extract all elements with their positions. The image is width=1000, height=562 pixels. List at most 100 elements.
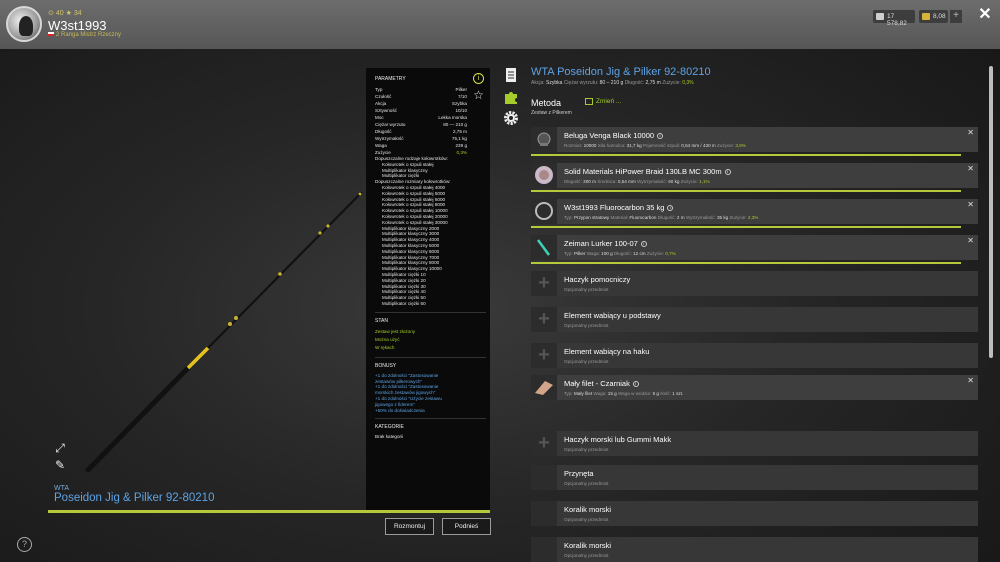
empty-slot[interactable]: + Element wabiący u podstawy Opcjonalny pr… (531, 307, 978, 332)
info-icon[interactable]: i (667, 205, 674, 212)
detail-value: 12 cm (633, 251, 646, 256)
empty-slot[interactable]: Koralik morski Opcjonalny przedmiot (531, 537, 978, 562)
param-value: 80 — 210 g (443, 122, 467, 127)
detail-label: Waga: (586, 251, 600, 256)
star-icon[interactable]: ☆ (472, 89, 485, 102)
remove-icon[interactable]: ✕ (967, 128, 974, 137)
category-value: Brak kategorii (375, 434, 404, 440)
info-icon[interactable]: i (724, 169, 731, 176)
wear-bar (531, 262, 961, 264)
pick-up-button[interactable]: Podnieś (442, 518, 491, 535)
slot-thumbnail: + (531, 343, 557, 368)
bonus-title: BONUSY (375, 362, 397, 369)
empty-slot[interactable]: Koralik morski Opcjonalny przedmiot (531, 501, 978, 526)
detail-value: Przypon stratowy (573, 215, 610, 220)
level-value: 40 (55, 10, 64, 17)
wear-label: Zużycie: (662, 80, 681, 86)
detail-label: Wytrzymałość: (637, 179, 667, 184)
slot-placeholder: Opcjonalny przedmiot (564, 517, 609, 522)
fluorocarbon-spool-thumbnail (531, 199, 557, 224)
remove-icon[interactable]: ✕ (967, 236, 974, 245)
info-icon[interactable]: i (640, 241, 647, 248)
cast-value: 80 – 210 g (599, 80, 624, 86)
avatar[interactable] (6, 6, 42, 42)
info-icon[interactable]: i (473, 73, 484, 84)
reel-size-item: Multiplikator ciężki 60 (382, 300, 426, 306)
detail-value: 1 szt. (672, 391, 684, 396)
slot-name: Mały filet - Czarniak i (564, 379, 639, 388)
silver-value: 17 578,82 (887, 13, 907, 27)
document-icon[interactable] (503, 67, 519, 83)
slot-details: Opcjonalny przedmiot (564, 553, 608, 558)
equipment-slot[interactable]: Mały filet - Czarniak i ✕ Typ: Mały filet W… (531, 375, 978, 400)
info-icon[interactable]: i (657, 133, 664, 140)
add-currency-button[interactable]: + (950, 10, 962, 23)
param-label: Sztywność (375, 108, 397, 113)
rod-preview[interactable] (48, 68, 366, 510)
param-row: Długość 2,75 m (375, 128, 467, 135)
slot-name: Element wabiący na haku (564, 347, 649, 356)
slot-thumbnail (531, 537, 557, 562)
param-value: Szybka (451, 101, 467, 106)
param-value: 7/10 (458, 94, 467, 99)
detail-label: Długość: (657, 215, 676, 220)
equipment-slot[interactable]: W3st1993 Fluorocarbon 35 kg i ✕ Typ: Przypo… (531, 199, 978, 224)
puzzle-icon[interactable] (503, 89, 519, 105)
remove-icon[interactable]: ✕ (967, 376, 974, 385)
slot-name: W3st1993 Fluorocarbon 35 kg i (564, 203, 674, 212)
param-value: Pilker (455, 87, 468, 92)
slot-name-text: Element wabiący u podstawy (564, 311, 661, 320)
slot-name: Zeiman Lurker 100-07 i (564, 239, 647, 248)
slot-details: Opcjonalny przedmiot (564, 517, 608, 522)
info-icon[interactable]: i (632, 381, 639, 388)
wear-bar (531, 154, 961, 156)
equipment-slot[interactable]: Zeiman Lurker 100-07 i ✕ Typ: Pilker Waga: … (531, 235, 978, 260)
expand-icon[interactable]: ⤢ (53, 441, 67, 455)
slot-name-text: Koralik morski (564, 505, 612, 514)
detail-label: Zużycie: (729, 215, 747, 220)
edit-icon (585, 98, 593, 105)
gold-value: 8,08 (933, 13, 946, 20)
state-item: W rękach (375, 344, 395, 350)
gear-icon[interactable] (503, 110, 519, 126)
detail-label: Typ: (564, 215, 573, 220)
detail-value: Fluorocarbon (629, 215, 657, 220)
param-value: 239 g (455, 143, 468, 148)
slot-details: Opcjonalny przedmiot (564, 359, 608, 364)
slot-placeholder: Opcjonalny przedmiot (564, 287, 609, 292)
level-row: ⊙ 40 ★ 34 (48, 9, 82, 17)
slot-placeholder: Opcjonalny przedmiot (564, 447, 609, 452)
flag-icon (48, 32, 54, 37)
detail-value: 2 m (676, 215, 685, 220)
rod-name: Poseidon Jig & Pilker 92-80210 (54, 492, 215, 504)
close-button[interactable]: ✕ (977, 6, 993, 24)
slot-name: Element wabiący u podstawy (564, 311, 661, 320)
star-small-icon: ★ (65, 10, 72, 17)
empty-slot[interactable]: + Element wabiący na haku Opcjonalny przed… (531, 343, 978, 368)
add-icon: + (538, 344, 550, 366)
empty-slot[interactable]: Przynęta Opcjonalny przedmiot (531, 465, 978, 490)
empty-slot[interactable]: + Haczyk pomocniczy Opcjonalny przedmiot (531, 271, 978, 296)
change-method-link[interactable]: Zmień ... (585, 98, 621, 105)
disassemble-button[interactable]: Rozmontuj (385, 518, 434, 535)
empty-slot[interactable]: + Haczyk morski lub Gummi Makk Opcjonalny … (531, 431, 978, 456)
detail-label: Waga w wodzie: (618, 391, 652, 396)
remove-icon[interactable]: ✕ (967, 200, 974, 209)
gold-coin-icon (922, 13, 930, 20)
detail-label: Typ: (564, 251, 573, 256)
equipment-slot[interactable]: Beluga Venga Black 10000 i ✕ Rozmiar: 10000… (531, 127, 978, 152)
detail-label: Zużycie: (646, 251, 664, 256)
detail-label: Waga: (593, 391, 607, 396)
slot-details: Opcjonalny przedmiot (564, 481, 608, 486)
scrollbar[interactable] (989, 66, 993, 358)
equipment-slot[interactable]: Solid Materials HiPower Braid 130LB MC 3… (531, 163, 978, 188)
detail-value: 0,7% (665, 251, 676, 256)
slot-name-text: Koralik morski (564, 541, 612, 550)
param-label: Wytrzymałość (375, 136, 404, 141)
help-button[interactable]: ? (17, 537, 32, 552)
rod-progress-line (48, 510, 490, 513)
slot-details: Rozmiar: 10000 Siła hamulca: 31,7 kg Poj… (564, 143, 746, 148)
slot-thumbnail (531, 465, 557, 490)
pencil-icon[interactable]: ✎ (53, 458, 67, 472)
remove-icon[interactable]: ✕ (967, 164, 974, 173)
